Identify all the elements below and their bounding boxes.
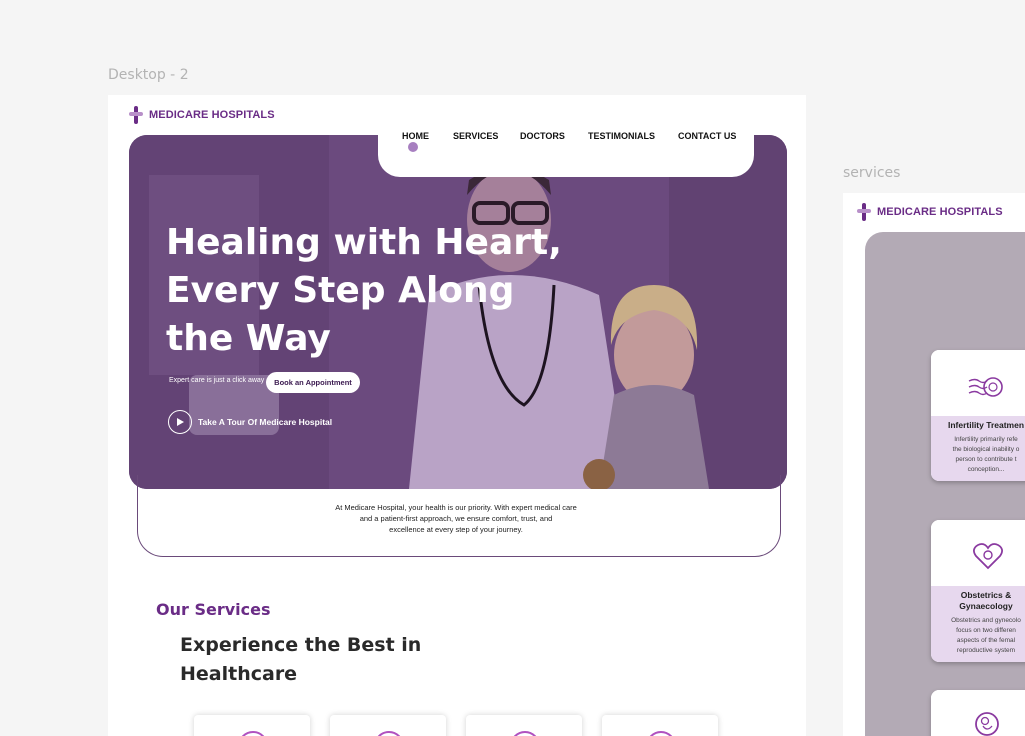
service-icon [238, 731, 268, 736]
main-nav: HOME SERVICES DOCTORS TESTIMONIALS CONTA… [378, 125, 754, 177]
frame-label-services: services [843, 165, 901, 181]
about-line-1: At Medicare Hospital, your health is our… [335, 503, 577, 512]
service-card[interactable] [330, 715, 446, 736]
service-card[interactable] [602, 715, 718, 736]
frame-label-desktop: Desktop - 2 [108, 67, 189, 83]
nav-contact[interactable]: CONTACT US [678, 131, 736, 141]
nav-home[interactable]: HOME [402, 131, 429, 141]
hero-banner: Healing with Heart, Every Step Along the… [129, 135, 787, 489]
hero-title-line-1: Healing with Heart, [166, 222, 562, 263]
brand-logo[interactable]: MEDICARE HOSPITALS [857, 203, 1003, 221]
nav-doctors[interactable]: DOCTORS [520, 131, 565, 141]
medical-cross-icon [129, 106, 143, 124]
section-title-line-2: Healthcare [180, 663, 298, 685]
tour-label: Take A Tour Of Medicare Hospital [198, 417, 333, 427]
nav-testimonials[interactable]: TESTIMONIALS [588, 131, 655, 141]
brand-name: MEDICARE HOSPITALS [149, 109, 275, 121]
section-title-line-1: Experience the Best in [180, 634, 422, 656]
hero-tagline: Expert care is just a click away [169, 377, 265, 384]
service-title: Obstetrics & Gynaecology [959, 590, 1013, 611]
book-appointment-button[interactable]: Book an Appointment [266, 372, 360, 393]
about-text: At Medicare Hospital, your health is our… [318, 502, 594, 535]
nav-services[interactable]: SERVICES [453, 131, 498, 141]
fetus-icon [975, 712, 999, 736]
service-icon [646, 731, 676, 736]
desktop-frame: MEDICARE HOSPITALS HOME SERVICES DOCTORS… [108, 95, 806, 736]
service-card-infertility[interactable]: Infertility Treatmen Infertility primari… [931, 350, 1025, 481]
about-line-3: excellence at every step of your journey… [389, 525, 523, 534]
section-eyebrow: Our Services [156, 600, 271, 619]
sperm-icon [968, 377, 1003, 397]
section-title: Experience the Best in Healthcare [180, 631, 421, 689]
play-icon[interactable] [168, 410, 192, 434]
services-frame: MEDICARE HOSPITALS Infertility Treatmen … [843, 193, 1025, 736]
service-card[interactable] [466, 715, 582, 736]
medical-cross-icon [857, 203, 871, 221]
service-card[interactable] [194, 715, 310, 736]
tour-link[interactable]: Take A Tour Of Medicare Hospital [168, 410, 332, 434]
service-card-third[interactable] [931, 690, 1025, 736]
service-desc: Obstetrics and gynecolo focus on two dif… [951, 617, 1021, 654]
nav-active-indicator [408, 142, 418, 152]
service-card-obstetrics[interactable]: Obstetrics & Gynaecology Obstetrics and … [931, 520, 1025, 662]
service-icon [374, 731, 404, 736]
service-icon [510, 731, 540, 736]
brand-logo[interactable]: MEDICARE HOSPITALS [129, 106, 275, 124]
service-desc: Infertility primarily refe the biologica… [952, 436, 1020, 473]
heart-baby-icon [973, 543, 1003, 570]
brand-name: MEDICARE HOSPITALS [877, 206, 1003, 218]
hero-title: Healing with Heart, Every Step Along the… [166, 219, 562, 363]
service-title: Infertility Treatmen [947, 420, 1025, 430]
hero-title-line-2: Every Step Along [166, 270, 515, 311]
hero-title-line-3: the Way [166, 318, 331, 359]
about-line-2: and a patient-first approach, we ensure … [359, 514, 553, 523]
